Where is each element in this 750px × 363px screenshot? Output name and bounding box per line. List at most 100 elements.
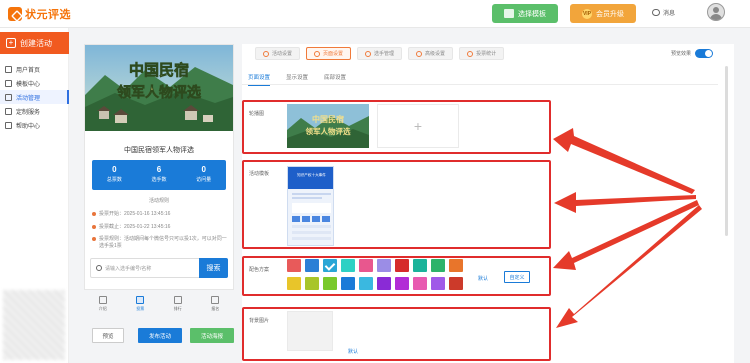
activity-title: 中国民宿领军人物评选 bbox=[124, 147, 194, 154]
template-center-button[interactable]: 选择模板 bbox=[492, 4, 558, 23]
poster-button[interactable]: 活动海报 bbox=[190, 328, 234, 343]
tab-intro[interactable]: 介绍 bbox=[88, 294, 118, 318]
create-activity-label: 创建活动 bbox=[20, 38, 52, 48]
hero-banner: 中国民宿 领军人物评选 bbox=[85, 45, 233, 131]
color-swatch[interactable] bbox=[413, 259, 427, 272]
banner-title-line1: 中国民宿 bbox=[312, 114, 344, 124]
preview-toggle-label: 预览效果 bbox=[671, 51, 692, 57]
custom-color-button[interactable]: 自定义 bbox=[504, 271, 530, 283]
banner-image[interactable]: 中国民宿 领军人物评选 bbox=[287, 104, 369, 148]
background-image-placeholder[interactable] bbox=[287, 311, 333, 351]
sidebar-item-activities[interactable]: 活动管理 bbox=[0, 90, 69, 104]
banner-image-svg: 中国民宿 领军人物评选 bbox=[287, 104, 369, 148]
default-color-link[interactable]: 默认 bbox=[478, 275, 488, 282]
step-statistics[interactable]: 投票统计 bbox=[459, 47, 505, 60]
preview-actions: 预览 发布活动 活动海报 bbox=[92, 328, 234, 343]
scrollbar[interactable] bbox=[725, 66, 728, 236]
folder-icon bbox=[5, 79, 12, 87]
template-icon bbox=[504, 9, 514, 18]
user-icon bbox=[365, 50, 372, 57]
section-label: 配色方案 bbox=[249, 267, 270, 273]
section-label: 背景图片 bbox=[249, 318, 270, 324]
stat-num: 0 bbox=[201, 165, 206, 174]
step-label: 页面设置 bbox=[323, 51, 344, 57]
qr-code-image bbox=[3, 290, 65, 360]
rule-text: 投票规则：活动期间每个微信号只可以投1次，可以对同一选手投1票 bbox=[99, 236, 227, 249]
color-swatch[interactable] bbox=[377, 277, 391, 290]
color-swatch[interactable] bbox=[449, 277, 463, 290]
default-background-link[interactable]: 默认 bbox=[348, 348, 358, 355]
sidebar-item-templates[interactable]: 模板中心 bbox=[0, 76, 69, 90]
publish-button[interactable]: 发布活动 bbox=[138, 328, 182, 343]
rule-item: 投票开始：2025-01-16 13:45:16 bbox=[92, 211, 230, 218]
tab-label: 介绍 bbox=[98, 306, 107, 311]
color-swatch[interactable] bbox=[431, 259, 445, 272]
step-label: 活动设置 bbox=[272, 51, 293, 57]
color-swatch-selected[interactable] bbox=[323, 259, 337, 272]
add-banner-button[interactable]: + bbox=[377, 104, 459, 148]
rules-heading: 活动规则 bbox=[148, 198, 169, 204]
search-input[interactable]: 请输入选手编号/名称 bbox=[105, 265, 151, 272]
preview-toggle: 预览效果 bbox=[671, 49, 714, 58]
color-swatch[interactable] bbox=[359, 277, 373, 290]
search-button[interactable]: 搜索 bbox=[199, 258, 228, 278]
rule-item: 投票规则：活动期间每个微信号只可以投1次，可以对同一选手投1票 bbox=[92, 236, 230, 250]
stat-label: 访问量 bbox=[196, 177, 212, 183]
step-activity-settings[interactable]: 活动设置 bbox=[255, 47, 301, 60]
logo[interactable]: 状元评选 bbox=[8, 6, 71, 22]
create-activity-button[interactable]: + 创建活动 bbox=[0, 32, 69, 54]
sidebar-item-help[interactable]: 帮助中心 bbox=[0, 118, 69, 132]
color-swatch[interactable] bbox=[395, 277, 409, 290]
color-swatch[interactable] bbox=[287, 259, 301, 272]
tab-ranking[interactable]: 排行 bbox=[163, 294, 193, 318]
stat-num: 0 bbox=[112, 165, 117, 174]
stat-contestants: 6 选手数 bbox=[137, 160, 182, 190]
user-avatar[interactable] bbox=[707, 3, 725, 21]
bullet-icon bbox=[92, 225, 96, 229]
tab-label: 报名 bbox=[211, 306, 220, 311]
step-contestants[interactable]: 选手管理 bbox=[357, 47, 403, 60]
color-swatch[interactable] bbox=[323, 277, 337, 290]
settings-icon bbox=[263, 50, 269, 57]
color-swatch[interactable] bbox=[359, 259, 373, 272]
sidebar-item-label: 用户首页 bbox=[16, 67, 41, 74]
stat-num: 6 bbox=[156, 165, 162, 174]
color-swatch[interactable] bbox=[413, 277, 427, 290]
sidebar-item-custom-service[interactable]: 定制服务 bbox=[0, 104, 69, 118]
search-icon bbox=[96, 265, 102, 271]
advanced-icon bbox=[416, 50, 423, 57]
messages-link[interactable]: 消息 bbox=[652, 8, 675, 17]
sidebar-nav: 用户首页 模板中心 活动管理 定制服务 帮助中心 bbox=[0, 62, 69, 132]
preview-switch[interactable] bbox=[695, 49, 714, 58]
color-swatch[interactable] bbox=[341, 259, 355, 272]
stat-visits: 0 访问量 bbox=[181, 160, 226, 190]
color-swatch[interactable] bbox=[287, 277, 301, 290]
template-thumbnail[interactable]: 知识产权十大事件 bbox=[287, 166, 334, 246]
color-swatch[interactable] bbox=[305, 259, 319, 272]
logo-text: 状元评选 bbox=[25, 9, 71, 21]
sidebar-item-label: 帮助中心 bbox=[16, 123, 41, 130]
color-swatch[interactable] bbox=[305, 277, 319, 290]
stat-total-votes: 0 总票数 bbox=[92, 160, 137, 190]
messages-label: 消息 bbox=[663, 11, 676, 17]
tab-vote[interactable]: 投票 bbox=[125, 294, 155, 318]
sidebar-item-label: 定制服务 bbox=[16, 109, 41, 116]
color-swatch[interactable] bbox=[449, 259, 463, 272]
sidebar-item-label: 活动管理 bbox=[16, 95, 41, 102]
vip-upgrade-button[interactable]: VIP 会员升级 bbox=[570, 4, 636, 23]
step-advanced[interactable]: 高级设置 bbox=[408, 47, 454, 60]
stats-bar: 0 总票数 6 选手数 0 访问量 bbox=[92, 160, 226, 190]
color-swatch[interactable] bbox=[431, 277, 445, 290]
sidebar: + 创建活动 用户首页 模板中心 活动管理 定制服务 帮助中心 bbox=[0, 28, 69, 363]
vote-icon bbox=[136, 296, 145, 304]
preview-button[interactable]: 预览 bbox=[92, 328, 124, 343]
step-page-settings[interactable]: 页面设置 bbox=[306, 47, 352, 60]
color-swatch[interactable] bbox=[377, 259, 391, 272]
step-label: 高级设置 bbox=[425, 51, 446, 57]
color-swatch[interactable] bbox=[395, 259, 409, 272]
chart-icon bbox=[467, 50, 474, 57]
sidebar-item-home[interactable]: 用户首页 bbox=[0, 62, 69, 76]
tab-signup[interactable]: 报名 bbox=[200, 294, 230, 318]
template-center-label: 选择模板 bbox=[518, 10, 546, 18]
color-swatch[interactable] bbox=[341, 277, 355, 290]
